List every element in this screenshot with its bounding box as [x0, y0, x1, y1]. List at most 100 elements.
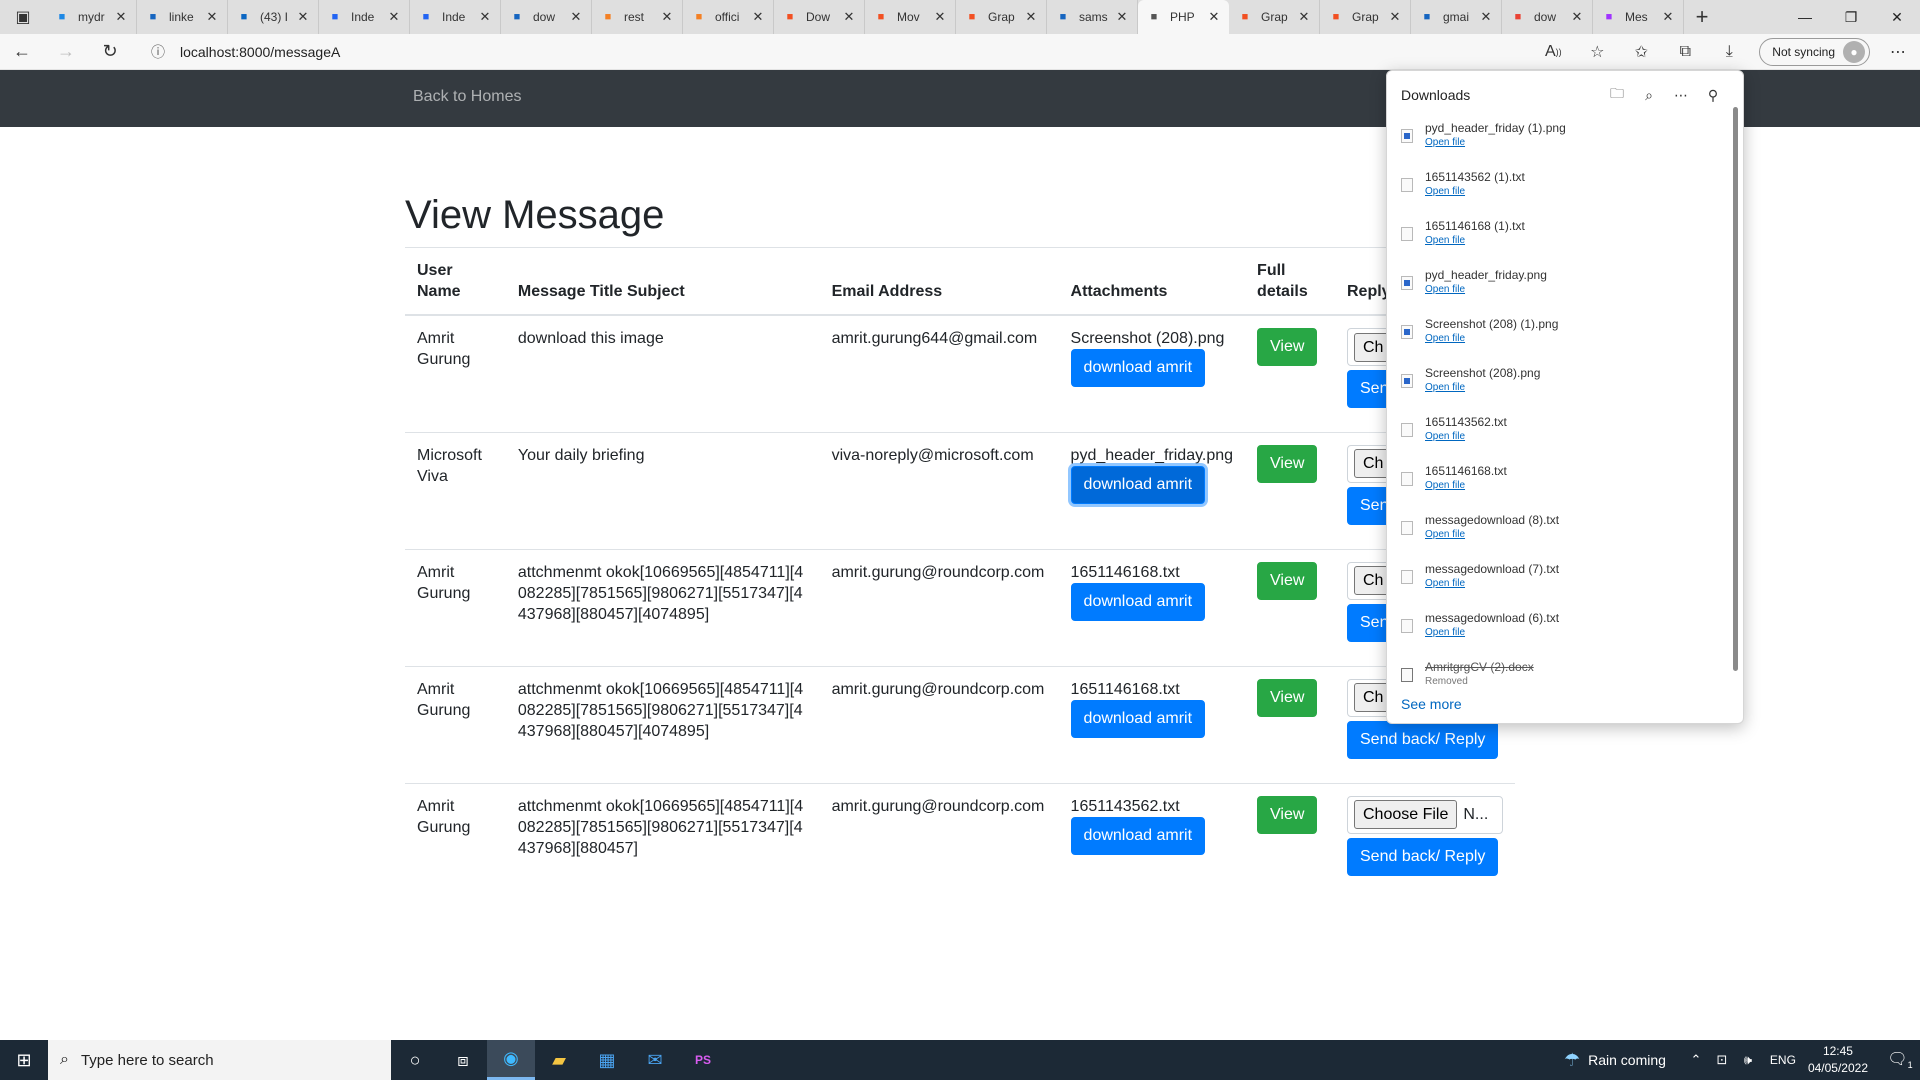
view-button[interactable]: View [1257, 444, 1318, 483]
notifications-icon[interactable]: 🗨1 [1880, 1049, 1920, 1070]
close-tab-icon[interactable]: ✕ [933, 9, 947, 25]
download-button[interactable]: download amrit [1070, 816, 1206, 855]
open-file-link[interactable]: Open file [1425, 284, 1547, 295]
downloads-icon[interactable]: ⤓ [1707, 34, 1751, 70]
close-tab-icon[interactable]: ✕ [296, 9, 310, 25]
open-file-link[interactable]: Open file [1425, 529, 1559, 540]
send-reply-button[interactable]: Send back/ Reply [1347, 720, 1499, 759]
view-button[interactable]: View [1257, 328, 1318, 366]
more-options-icon[interactable]: ⋯ [1665, 87, 1697, 104]
close-tab-icon[interactable]: ✕ [1297, 9, 1311, 25]
browser-tab[interactable]: ■ Grap ✕ [1229, 0, 1320, 34]
close-tab-icon[interactable]: ✕ [205, 9, 219, 25]
open-folder-icon[interactable]: 🗀 [1601, 83, 1633, 107]
close-tab-icon[interactable]: ✕ [114, 9, 128, 25]
browser-tab[interactable]: ■ gmai ✕ [1411, 0, 1502, 34]
open-file-link[interactable]: Open file [1425, 627, 1559, 638]
see-more-link[interactable]: See more [1401, 696, 1462, 712]
settings-more-icon[interactable]: ⋯ [1876, 34, 1920, 70]
view-button[interactable]: View [1257, 678, 1318, 717]
close-tab-icon[interactable]: ✕ [1388, 9, 1402, 25]
cortana-icon[interactable]: ○ [391, 1040, 439, 1080]
microsoft-store-icon[interactable]: ▦ [583, 1040, 631, 1080]
browser-tab[interactable]: ■ Mov ✕ [865, 0, 956, 34]
close-tab-icon[interactable]: ✕ [1570, 9, 1584, 25]
weather-widget[interactable]: ☂ Rain coming [1564, 1050, 1666, 1071]
new-tab-button[interactable]: + [1684, 0, 1720, 34]
open-file-link[interactable]: Open file [1425, 578, 1559, 589]
language-indicator[interactable]: ENG [1770, 1053, 1796, 1067]
browser-tab[interactable]: ■ mydr ✕ [46, 0, 137, 34]
chevron-up-icon[interactable]: ⌃ [1684, 1052, 1708, 1068]
download-button[interactable]: download amrit [1070, 699, 1206, 738]
file-input[interactable]: Choose File N... [1347, 795, 1503, 834]
clock[interactable]: 12:45 04/05/2022 [1808, 1043, 1868, 1077]
close-tab-icon[interactable]: ✕ [1115, 9, 1129, 25]
download-button[interactable]: download amrit [1070, 465, 1206, 504]
minimize-icon[interactable]: — [1782, 0, 1828, 34]
browser-tab[interactable]: ■ Grap ✕ [1320, 0, 1411, 34]
send-reply-button[interactable]: Send back/ Reply [1347, 837, 1499, 876]
browser-tab[interactable]: ■ Dow ✕ [774, 0, 865, 34]
browser-tab[interactable]: ■ PHP ✕ [1138, 0, 1229, 34]
browser-tab[interactable]: ■ Inde ✕ [319, 0, 410, 34]
browser-tab[interactable]: ■ Grap ✕ [956, 0, 1047, 34]
close-tab-icon[interactable]: ✕ [1479, 9, 1493, 25]
volume-icon[interactable]: 🕪 [1736, 1052, 1760, 1068]
downloads-scrollbar[interactable] [1733, 107, 1738, 671]
close-tab-icon[interactable]: ✕ [1207, 9, 1221, 25]
file-explorer-icon[interactable]: ▰ [535, 1040, 583, 1080]
browser-tab[interactable]: ■ (43) I ✕ [228, 0, 319, 34]
back-icon[interactable]: ← [0, 34, 44, 70]
browser-tab[interactable]: ■ rest ✕ [592, 0, 683, 34]
close-window-icon[interactable]: ✕ [1874, 0, 1920, 34]
close-tab-icon[interactable]: ✕ [1661, 9, 1675, 25]
choose-file-button[interactable]: Choose File [1354, 800, 1458, 829]
site-info-icon[interactable]: ⓘ [146, 42, 170, 62]
task-view-icon[interactable]: ⧈ [439, 1040, 487, 1080]
add-favorite-icon[interactable]: ☆ [1575, 34, 1619, 70]
restore-icon[interactable]: ❐ [1828, 0, 1874, 34]
search-icon[interactable]: ⌕ [1633, 87, 1665, 104]
download-item[interactable]: messagedownload (7).txt Open file [1387, 556, 1727, 605]
browser-tab[interactable]: ■ Inde ✕ [410, 0, 501, 34]
read-aloud-icon[interactable]: A)) [1531, 34, 1575, 70]
download-item[interactable]: pyd_header_friday (1).png Open file [1387, 115, 1727, 164]
open-file-link[interactable]: Open file [1425, 431, 1507, 442]
open-file-link[interactable]: Open file [1425, 382, 1540, 393]
browser-tab[interactable]: ■ sams ✕ [1047, 0, 1138, 34]
download-item[interactable]: messagedownload (6).txt Open file [1387, 605, 1727, 654]
open-file-link[interactable]: Open file [1425, 137, 1566, 148]
download-item[interactable]: 1651143562.txt Open file [1387, 409, 1727, 458]
view-button[interactable]: View [1257, 561, 1318, 600]
pin-icon[interactable]: ⚲ [1697, 87, 1729, 104]
browser-tab[interactable]: ■ linke ✕ [137, 0, 228, 34]
open-file-link[interactable]: Open file [1425, 333, 1558, 344]
windows-start-icon[interactable]: ⊞ [0, 1040, 48, 1080]
download-button[interactable]: download amrit [1070, 582, 1206, 621]
taskbar-search-box[interactable]: ⌕ Type here to search [48, 1040, 391, 1080]
close-tab-icon[interactable]: ✕ [387, 9, 401, 25]
forward-icon[interactable]: → [44, 34, 88, 70]
close-tab-icon[interactable]: ✕ [751, 9, 765, 25]
edge-browser-icon[interactable]: ◉ [487, 1040, 535, 1080]
download-button[interactable]: download amrit [1070, 349, 1206, 387]
tab-actions-menu-icon[interactable]: ▣ [0, 0, 46, 34]
phpstorm-icon[interactable]: PS [679, 1040, 727, 1080]
open-file-link[interactable]: Open file [1425, 186, 1525, 197]
download-item[interactable]: messagedownload (8).txt Open file [1387, 507, 1727, 556]
close-tab-icon[interactable]: ✕ [660, 9, 674, 25]
download-item[interactable]: 1651146168 (1).txt Open file [1387, 213, 1727, 262]
close-tab-icon[interactable]: ✕ [842, 9, 856, 25]
browser-tab[interactable]: ■ Mes ✕ [1593, 0, 1684, 34]
refresh-icon[interactable]: ↻ [88, 34, 132, 70]
open-file-link[interactable]: Open file [1425, 235, 1525, 246]
url-field[interactable]: ⓘ localhost:8000/messageA [136, 37, 1516, 67]
browser-tab[interactable]: ■ dow ✕ [501, 0, 592, 34]
download-item[interactable]: 1651146168.txt Open file [1387, 458, 1727, 507]
mail-icon[interactable]: ✉ [631, 1040, 679, 1080]
download-item[interactable]: Screenshot (208) (1).png Open file [1387, 311, 1727, 360]
sync-profile-button[interactable]: Not syncing ● [1759, 37, 1870, 66]
collections-icon[interactable]: ⧉ [1663, 34, 1707, 70]
browser-tab[interactable]: ■ dow ✕ [1502, 0, 1593, 34]
